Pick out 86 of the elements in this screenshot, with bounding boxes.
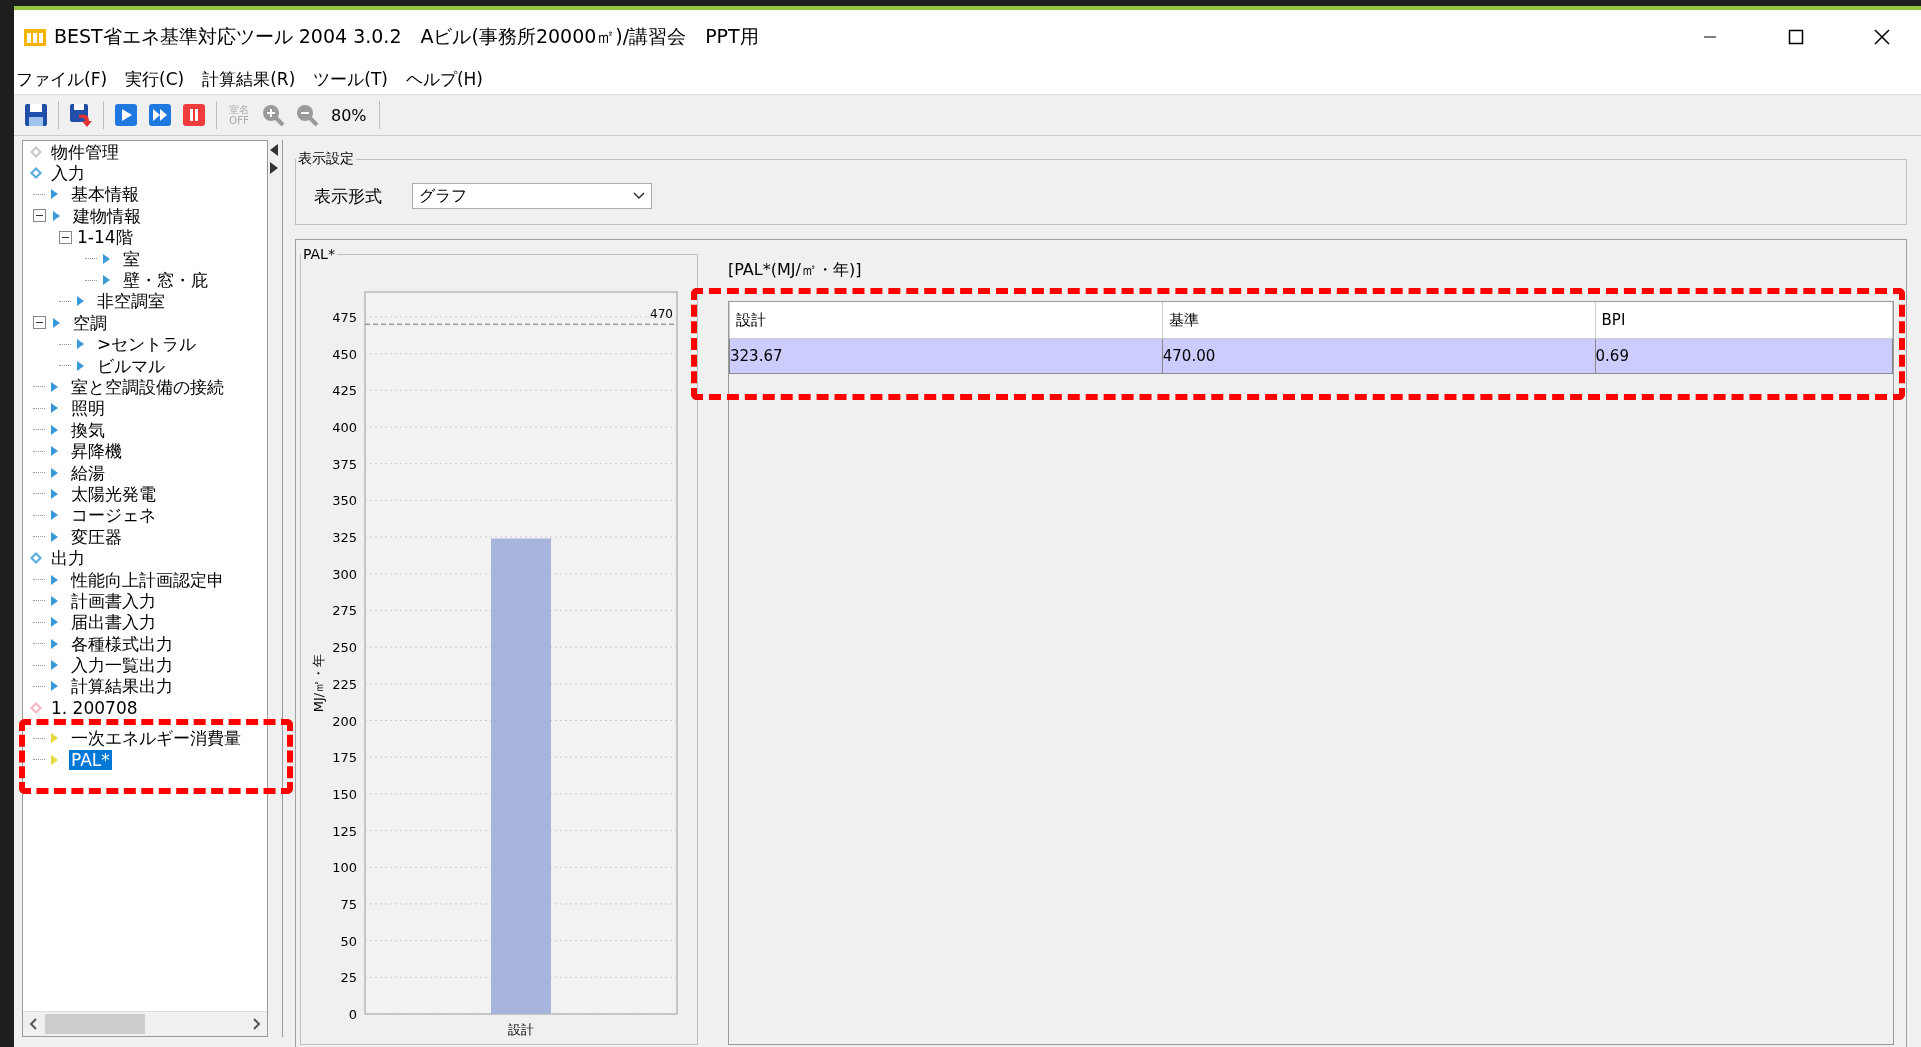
- maximize-icon[interactable]: [1788, 29, 1804, 45]
- collapse-left-icon[interactable]: [270, 144, 278, 156]
- tree-item[interactable]: コージェネ: [69, 505, 158, 526]
- column-header[interactable]: 設計: [729, 302, 1163, 339]
- group-title: PAL*: [302, 246, 336, 262]
- expand-right-icon[interactable]: [270, 162, 278, 174]
- menu-item[interactable]: ツール(T): [311, 67, 390, 91]
- tree-item[interactable]: 1-14階: [75, 227, 135, 248]
- tick-label: 50: [340, 933, 357, 949]
- tick-label: 250: [332, 640, 357, 656]
- tick-label: 300: [332, 566, 357, 582]
- floppy-arrow-icon[interactable]: [67, 101, 95, 129]
- pause-icon[interactable]: [180, 101, 208, 129]
- tree-item[interactable]: 性能向上計画認定申: [69, 569, 226, 590]
- tick-label: 100: [332, 860, 357, 876]
- menu-item[interactable]: ヘルプ(H): [403, 67, 485, 91]
- tree-item[interactable]: 計算結果出力: [69, 676, 175, 697]
- tree-item[interactable]: 1. 200708: [49, 697, 140, 718]
- tree-item[interactable]: 非空調室: [95, 291, 167, 312]
- play-icon[interactable]: [112, 101, 140, 129]
- tick-label: 25: [340, 970, 357, 986]
- tick-label: 75: [340, 896, 357, 912]
- tree-item[interactable]: 届出書入力: [69, 612, 158, 633]
- tree-item[interactable]: 壁・窓・庇: [121, 270, 210, 291]
- tree-item[interactable]: 各種様式出力: [69, 633, 175, 654]
- tick-label: 275: [332, 603, 357, 619]
- table-cell: 0.69: [1595, 338, 1893, 374]
- tick-label: 200: [332, 713, 357, 729]
- table-cell: 323.67: [729, 338, 1163, 374]
- column-header[interactable]: BPI: [1595, 302, 1893, 339]
- tick-label: 175: [332, 750, 357, 766]
- tree-item[interactable]: 太陽光発電: [69, 483, 158, 504]
- save-icon[interactable]: [22, 101, 50, 129]
- tick-label: 475: [332, 309, 357, 325]
- menu-item[interactable]: 実行(C): [123, 67, 187, 91]
- tick-label: 125: [332, 823, 357, 839]
- tick-label: 150: [332, 786, 357, 802]
- tree-item[interactable]: 計画書入力: [69, 590, 158, 611]
- tick-label: 325: [332, 530, 357, 546]
- close-icon[interactable]: [1874, 29, 1890, 45]
- menu-item[interactable]: ファイル(F): [14, 67, 110, 91]
- caret-icon: [633, 192, 645, 200]
- tree-item[interactable]: 基本情報: [69, 184, 141, 205]
- tick-label: 375: [332, 456, 357, 472]
- tick-label: 225: [332, 676, 357, 692]
- zoom-level: 80%: [330, 105, 368, 125]
- tree-item[interactable]: 昇降機: [69, 441, 124, 462]
- tree-item[interactable]: 一次エネルギー消費量: [69, 728, 243, 749]
- category-label: 設計: [508, 1022, 534, 1037]
- tree-item[interactable]: >セントラル: [95, 334, 199, 355]
- axis-title: MJ/㎡・年: [311, 653, 326, 713]
- tree-item[interactable]: 変圧器: [69, 526, 124, 547]
- window-title: BEST省エネ基準対応ツール 2004 3.0.2 Aビル(事務所20000㎡)/講習会 PPT用: [54, 24, 760, 49]
- reference-label: 470: [650, 307, 673, 322]
- tree-item[interactable]: 空調: [71, 312, 109, 333]
- menu-item[interactable]: 計算結果(R): [200, 67, 298, 91]
- scrollbar-thumb[interactable]: [45, 1014, 145, 1034]
- table-row[interactable]: 323.67 470.00 0.69: [729, 338, 1893, 374]
- app-icon: [24, 27, 46, 47]
- table-cell: 470.00: [1162, 338, 1596, 374]
- tree-item[interactable]: 室: [121, 248, 142, 269]
- tree-item[interactable]: ビルマル: [95, 355, 167, 376]
- display-format-dropdown[interactable]: グラフ: [412, 183, 652, 209]
- tick-label: 0: [348, 1007, 357, 1022]
- collapse-toggle[interactable]: [33, 316, 46, 330]
- tree-item[interactable]: 入力: [49, 163, 87, 184]
- tree-item[interactable]: 入力一覧出力: [69, 655, 175, 676]
- tree-item[interactable]: 室と空調設備の接続: [69, 377, 226, 397]
- fast-forward-icon[interactable]: [146, 101, 174, 129]
- group-title: 表示設定: [297, 150, 355, 168]
- tree-item[interactable]: PAL*: [69, 749, 112, 770]
- collapse-toggle[interactable]: [33, 209, 46, 223]
- tick-label: 400: [332, 420, 357, 435]
- table-caption: [PAL*(MJ/㎡・年)]: [728, 260, 863, 281]
- field-label: 表示形式: [314, 184, 382, 208]
- tick-label: 425: [332, 383, 357, 399]
- tree-item[interactable]: 出力: [49, 548, 87, 569]
- column-header[interactable]: 基準: [1162, 302, 1596, 339]
- tree-item[interactable]: 物件管理: [49, 141, 121, 162]
- tree-item[interactable]: 換気: [69, 419, 107, 440]
- tree-item[interactable]: 建物情報: [71, 205, 143, 226]
- tick-label: 350: [332, 493, 357, 509]
- collapse-toggle[interactable]: [59, 230, 72, 244]
- tick-label: 450: [332, 346, 357, 362]
- tree-item[interactable]: 給湯: [69, 462, 107, 483]
- tree-item[interactable]: 照明: [69, 398, 107, 419]
